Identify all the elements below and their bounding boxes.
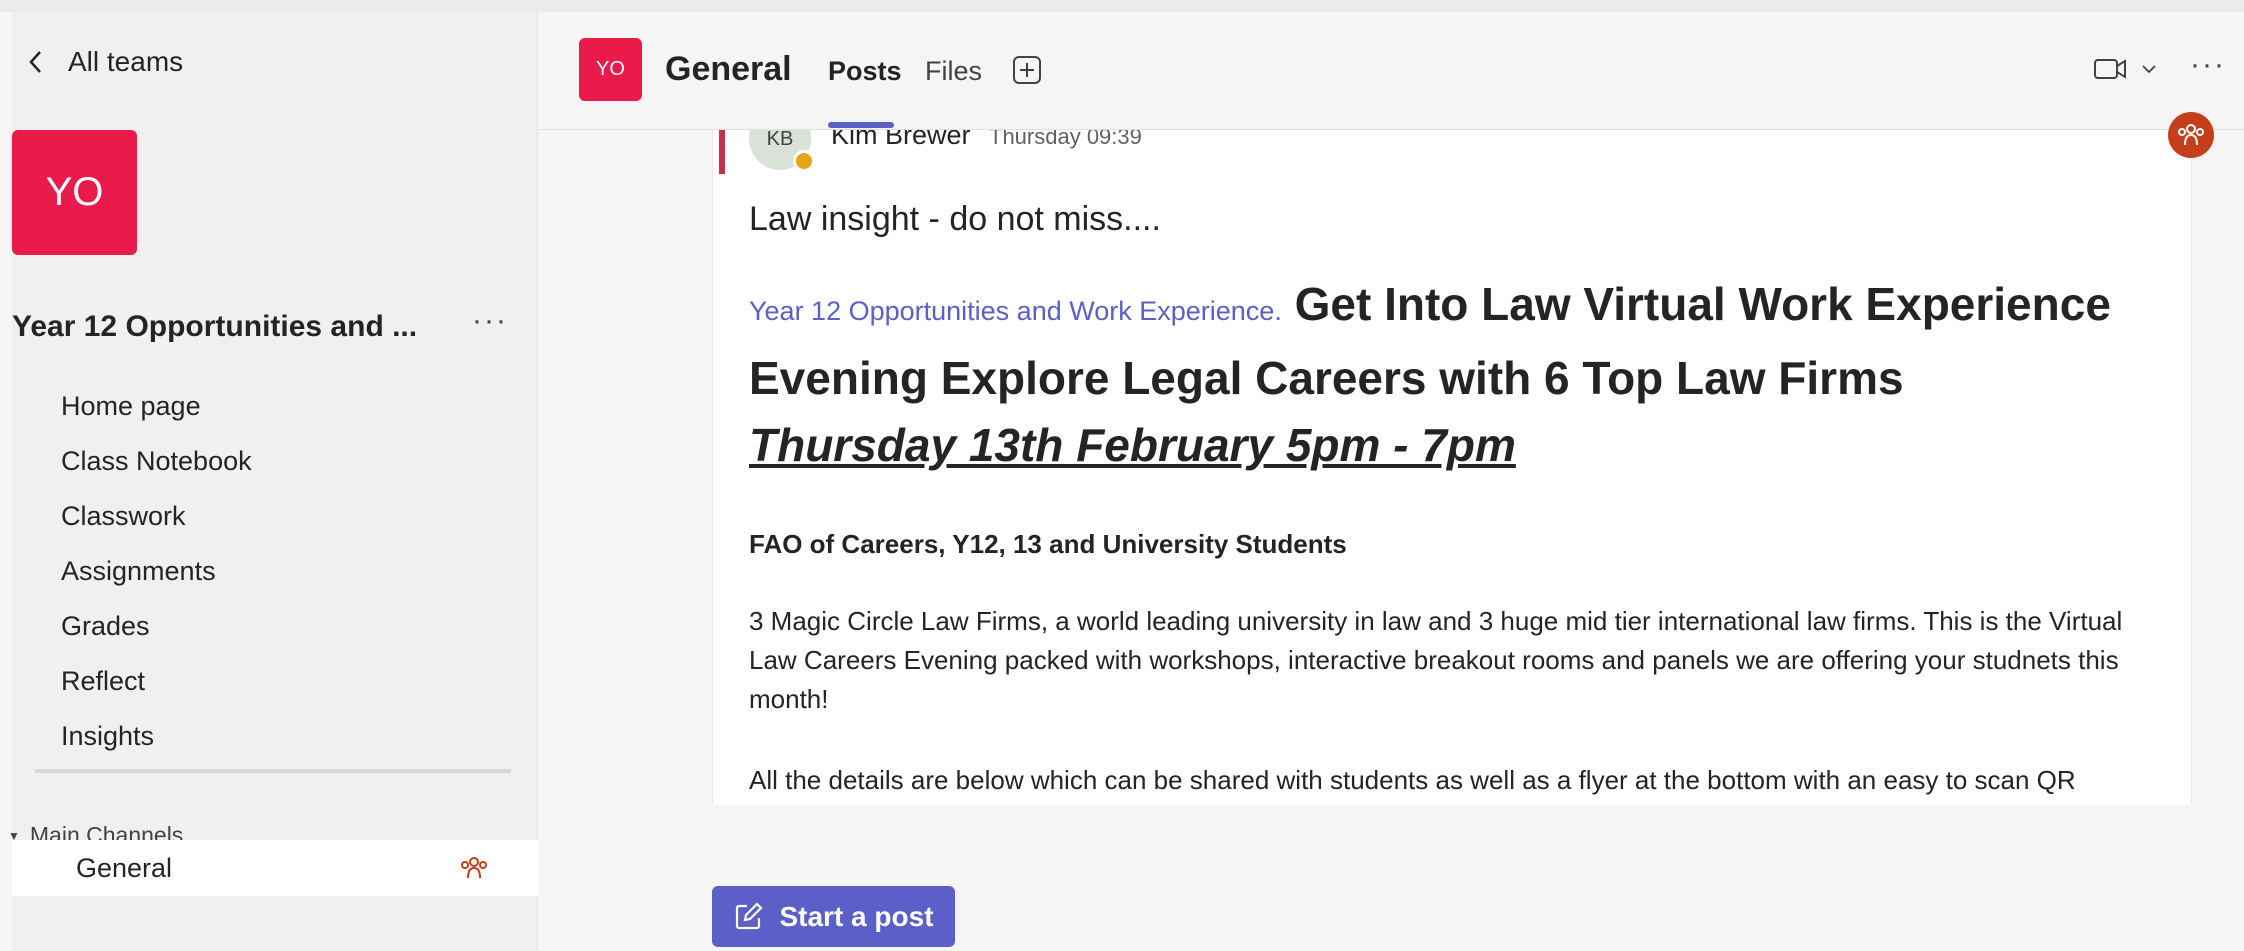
chevron-left-icon (29, 51, 41, 73)
post-accent-bar (719, 130, 725, 174)
tab-files[interactable]: Files (925, 56, 982, 87)
start-post-button[interactable]: Start a post (712, 886, 955, 947)
main-pane: YO General Posts Files ··· KB Kim Brewer… (539, 12, 2244, 951)
sidebar-divider (35, 769, 511, 773)
post-headline-block: Year 12 Opportunities and Work Experienc… (749, 271, 2149, 412)
team-more-options-button[interactable]: ··· (472, 304, 508, 338)
nav-item-grades[interactable]: Grades (61, 604, 252, 659)
channel-header: YO General Posts Files ··· (539, 12, 2244, 130)
meet-now-button[interactable] (2093, 56, 2157, 82)
window-top-strip (0, 0, 2244, 12)
team-avatar: YO (12, 130, 137, 255)
nav-item-home-page[interactable]: Home page (61, 384, 252, 439)
nav-item-classwork[interactable]: Classwork (61, 494, 252, 549)
team-nav-list: Home page Class Notebook Classwork Assig… (61, 384, 252, 769)
nav-item-assignments[interactable]: Assignments (61, 549, 252, 604)
channel-team-avatar: YO (579, 38, 642, 101)
chevron-down-icon (2142, 65, 2156, 74)
channel-title: General (665, 50, 792, 88)
back-label: All teams (68, 46, 184, 77)
header-more-options-button[interactable]: ··· (2190, 48, 2226, 82)
nav-item-insights[interactable]: Insights (61, 714, 252, 769)
start-post-label: Start a post (779, 900, 934, 932)
channel-item-general[interactable]: General (12, 840, 538, 896)
video-camera-icon (2094, 59, 2126, 79)
add-tab-icon[interactable] (1011, 54, 1043, 86)
audience-line: FAO of Careers, Y12, 13 and University S… (749, 529, 1347, 559)
compose-icon (736, 901, 764, 929)
reaction-badge[interactable] (2168, 112, 2214, 158)
nav-item-class-notebook[interactable]: Class Notebook (61, 439, 252, 494)
event-date: Thursday 13th February 5pm - 7pm (749, 419, 1516, 471)
nav-item-reflect[interactable]: Reflect (61, 659, 252, 714)
sidebar: All teams YO Year 12 Opportunities and .… (8, 12, 538, 951)
tab-posts[interactable]: Posts (828, 56, 902, 87)
channel-name: General (76, 852, 173, 883)
post-body: Law insight - do not miss.... Year 12 Op… (749, 200, 2149, 800)
all-teams-back-button[interactable]: All teams (26, 46, 183, 78)
people-icon (461, 857, 487, 879)
people-icon (2178, 124, 2204, 146)
channel-mention[interactable]: Year 12 Opportunities and Work Experienc… (749, 296, 1282, 326)
post-paragraph-1: 3 Magic Circle Law Firms, a world leadin… (749, 606, 2123, 714)
post-timestamp: Thursday 09:39 (989, 130, 1142, 149)
active-tab-indicator (828, 122, 894, 128)
post-card: KB Kim Brewer Thursday 09:39 Law insight… (712, 130, 2192, 805)
team-name: Year 12 Opportunities and ... (12, 310, 418, 343)
presence-away-icon (793, 150, 815, 172)
post-subject: Law insight - do not miss.... (749, 200, 1161, 238)
post-author[interactable]: Kim Brewer (831, 130, 971, 151)
post-paragraph-2: All the details are below which can be s… (749, 765, 2076, 795)
